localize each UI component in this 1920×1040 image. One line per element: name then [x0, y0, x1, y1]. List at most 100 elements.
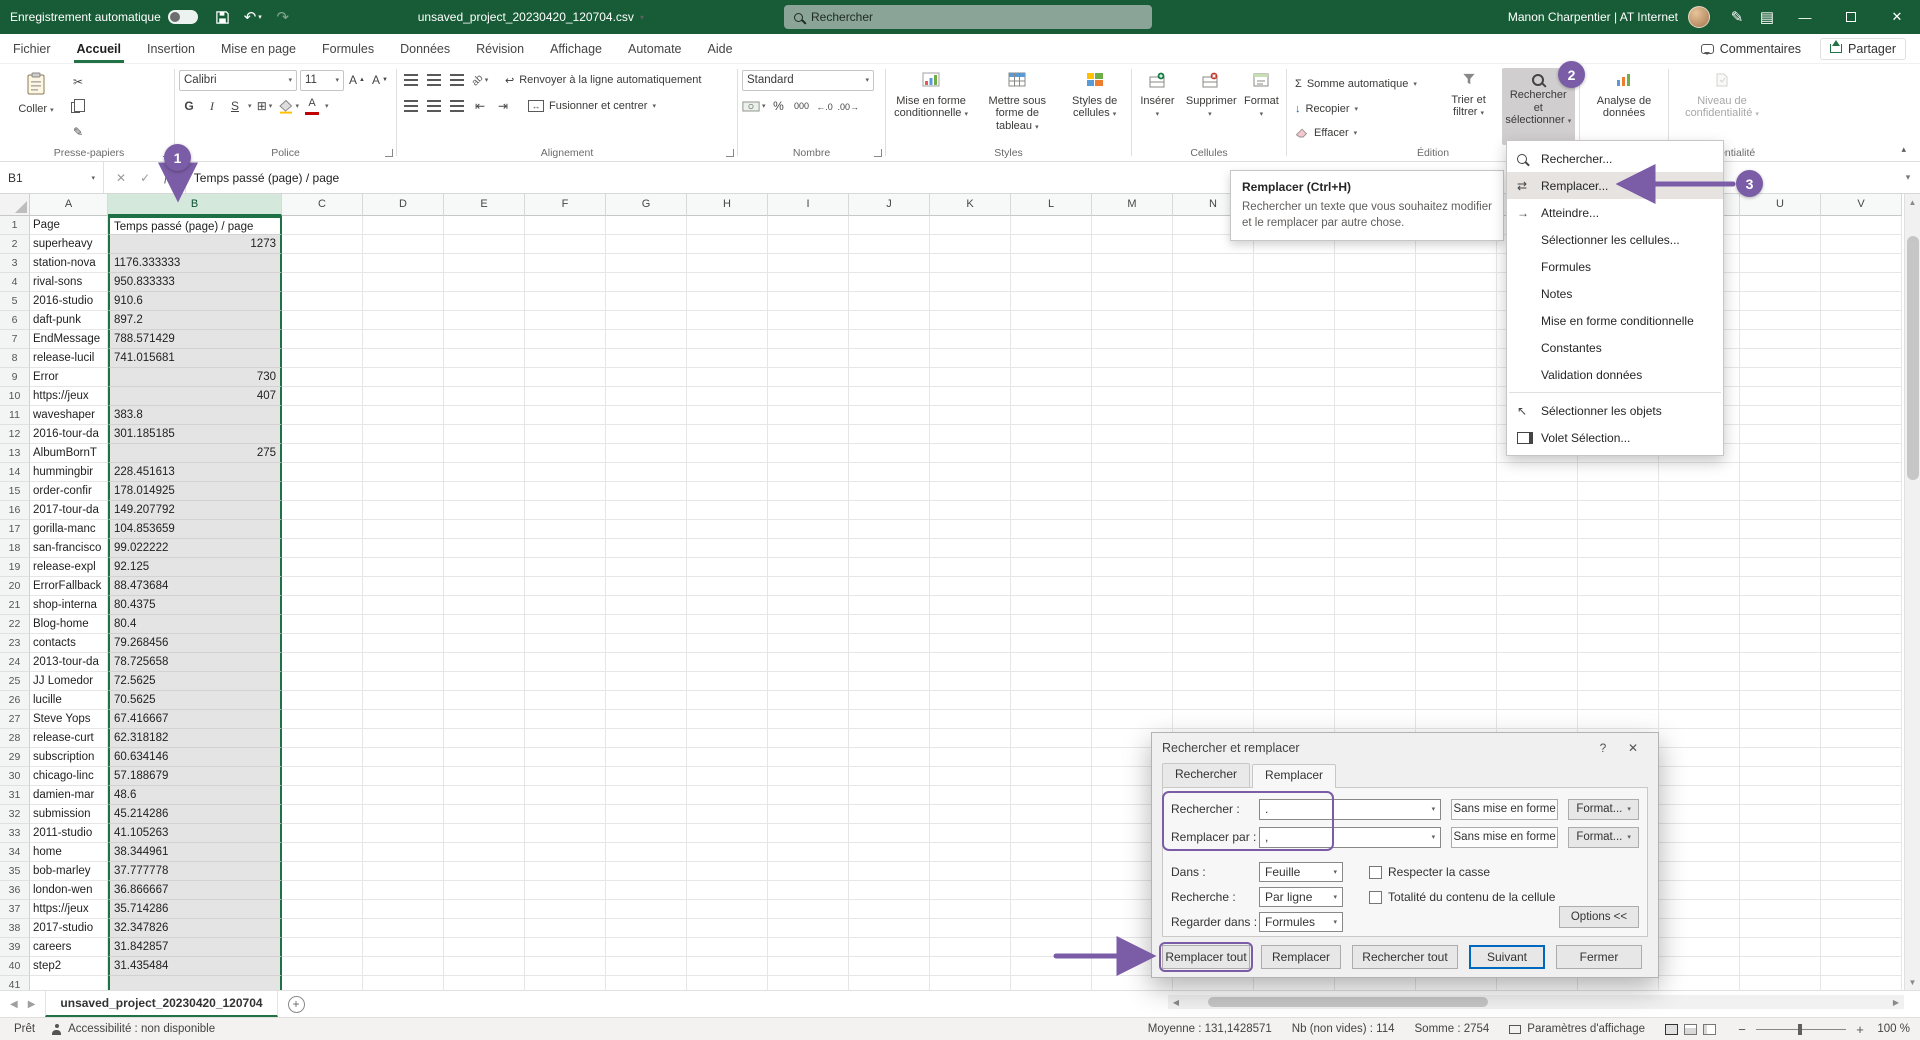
cell-B17[interactable]: 104.853659 [108, 520, 282, 539]
column-header-B[interactable]: B [108, 194, 282, 216]
decrease-font-icon[interactable]: A▼ [370, 70, 390, 90]
row-header-9[interactable]: 9 [0, 368, 30, 387]
borders-icon[interactable]: ⊞▾ [255, 96, 275, 116]
menu-item[interactable]: ↖Sélectionner les objets [1507, 397, 1723, 424]
find-what-input[interactable]: .▾ [1259, 799, 1441, 820]
cell-A2[interactable]: superheavy [30, 235, 108, 254]
cell-B41[interactable] [108, 976, 282, 990]
sheet-prev-icon[interactable]: ◀ [10, 999, 18, 1010]
tab-find[interactable]: Rechercher [1162, 763, 1250, 787]
format-cells-button[interactable]: Format ▾ [1241, 68, 1282, 145]
fill-color-icon[interactable]: ▾ [278, 96, 300, 116]
zoom-slider-thumb[interactable] [1798, 1024, 1802, 1035]
cell-B22[interactable]: 80.4 [108, 615, 282, 634]
conditional-formatting-button[interactable]: Mise en forme conditionnelle ▾ [890, 68, 972, 145]
column-header-K[interactable]: K [930, 194, 1011, 216]
align-left-icon[interactable] [401, 96, 421, 116]
cell-A6[interactable]: daft-punk [30, 311, 108, 330]
cell-A28[interactable]: release-curt [30, 729, 108, 748]
row-header-14[interactable]: 14 [0, 463, 30, 482]
sort-filter-button[interactable]: Trier et filtrer ▾ [1440, 68, 1498, 145]
insert-function-icon[interactable]: fx [164, 170, 173, 185]
cell-A20[interactable]: ErrorFallback [30, 577, 108, 596]
cell-A8[interactable]: release-lucil [30, 349, 108, 368]
cell-A39[interactable]: careers [30, 938, 108, 957]
redo-icon[interactable]: ↷ [268, 3, 298, 31]
vertical-scrollbar[interactable]: ▲ ▼ [1904, 194, 1920, 990]
tab-replace[interactable]: Remplacer [1252, 764, 1336, 788]
percent-style-button[interactable]: % [769, 96, 789, 116]
tab-fichier[interactable]: Fichier [0, 34, 64, 63]
cell-A19[interactable]: release-expl [30, 558, 108, 577]
replace-format-button[interactable]: Format...▾ [1568, 827, 1639, 848]
column-header-L[interactable]: L [1011, 194, 1092, 216]
search-box[interactable]: Rechercher [784, 5, 1152, 29]
row-header-36[interactable]: 36 [0, 881, 30, 900]
column-header-D[interactable]: D [363, 194, 444, 216]
cell-A25[interactable]: JJ Lomedor [30, 672, 108, 691]
insert-cells-button[interactable]: Insérer ▾ [1136, 68, 1179, 145]
menu-item[interactable]: Volet Sélection... [1507, 424, 1723, 451]
column-header-G[interactable]: G [606, 194, 687, 216]
cell-B34[interactable]: 38.344961 [108, 843, 282, 862]
row-header-22[interactable]: 22 [0, 615, 30, 634]
expand-formula-bar-icon[interactable]: ▾ [1896, 162, 1920, 193]
italic-button[interactable]: I [202, 96, 222, 116]
comma-style-button[interactable]: 000 [792, 96, 812, 116]
cell-A31[interactable]: damien-mar [30, 786, 108, 805]
row-header-6[interactable]: 6 [0, 311, 30, 330]
horizontal-scrollbar[interactable]: ◀ ▶ [1168, 995, 1904, 1009]
cell-A30[interactable]: chicago-linc [30, 767, 108, 786]
cell-B8[interactable]: 741.015681 [108, 349, 282, 368]
row-header-28[interactable]: 28 [0, 729, 30, 748]
row-header-3[interactable]: 3 [0, 254, 30, 273]
row-header-16[interactable]: 16 [0, 501, 30, 520]
align-center-icon[interactable] [424, 96, 444, 116]
cancel-icon[interactable]: ✕ [116, 171, 126, 185]
cell-A22[interactable]: Blog-home [30, 615, 108, 634]
cell-A9[interactable]: Error [30, 368, 108, 387]
cell-B29[interactable]: 60.634146 [108, 748, 282, 767]
column-header-V[interactable]: V [1821, 194, 1902, 216]
close-icon[interactable]: ✕ [1618, 741, 1648, 755]
font-color-caret-icon[interactable]: ▾ [325, 102, 329, 110]
file-name[interactable]: unsaved_project_20230420_120704.csv ▾ [418, 10, 644, 24]
row-header-2[interactable]: 2 [0, 235, 30, 254]
cell-A14[interactable]: hummingbir [30, 463, 108, 482]
cell-B10[interactable]: 407 [108, 387, 282, 406]
format-as-table-button[interactable]: Mettre sous forme de tableau ▾ [976, 68, 1058, 145]
cell-B14[interactable]: 228.451613 [108, 463, 282, 482]
look-in-select[interactable]: Formules▾ [1259, 912, 1343, 932]
cell-B7[interactable]: 788.571429 [108, 330, 282, 349]
row-header-25[interactable]: 25 [0, 672, 30, 691]
avatar[interactable] [1688, 6, 1710, 28]
cell-B27[interactable]: 67.416667 [108, 710, 282, 729]
restore-button[interactable] [1828, 0, 1874, 34]
cell-A36[interactable]: london-wen [30, 881, 108, 900]
cell-B24[interactable]: 78.725658 [108, 653, 282, 672]
increase-indent-icon[interactable]: ⇥ [493, 96, 513, 116]
horizontal-scroll-thumb[interactable] [1208, 997, 1488, 1007]
row-header-23[interactable]: 23 [0, 634, 30, 653]
copy-icon[interactable]: ▾ [68, 97, 88, 117]
cell-B6[interactable]: 897.2 [108, 311, 282, 330]
row-header-40[interactable]: 40 [0, 957, 30, 976]
options-button[interactable]: Options << [1559, 906, 1639, 928]
row-header-8[interactable]: 8 [0, 349, 30, 368]
menu-item[interactable]: Mise en forme conditionnelle [1507, 307, 1723, 334]
cell-B12[interactable]: 301.185185 [108, 425, 282, 444]
cell-A12[interactable]: 2016-tour-da [30, 425, 108, 444]
row-header-32[interactable]: 32 [0, 805, 30, 824]
cell-A1[interactable]: Page [30, 216, 108, 235]
row-header-27[interactable]: 27 [0, 710, 30, 729]
vertical-scroll-thumb[interactable] [1907, 236, 1919, 480]
cell-A23[interactable]: contacts [30, 634, 108, 653]
row-header-1[interactable]: 1 [0, 216, 30, 235]
pen-icon[interactable]: ✎ [1722, 3, 1752, 31]
select-all-corner[interactable] [0, 194, 30, 216]
cell-B1[interactable]: Temps passé (page) / page [108, 216, 282, 235]
share-button[interactable]: Partager [1820, 38, 1906, 60]
column-header-J[interactable]: J [849, 194, 930, 216]
column-header-C[interactable]: C [282, 194, 363, 216]
decrease-indent-icon[interactable]: ⇤ [470, 96, 490, 116]
